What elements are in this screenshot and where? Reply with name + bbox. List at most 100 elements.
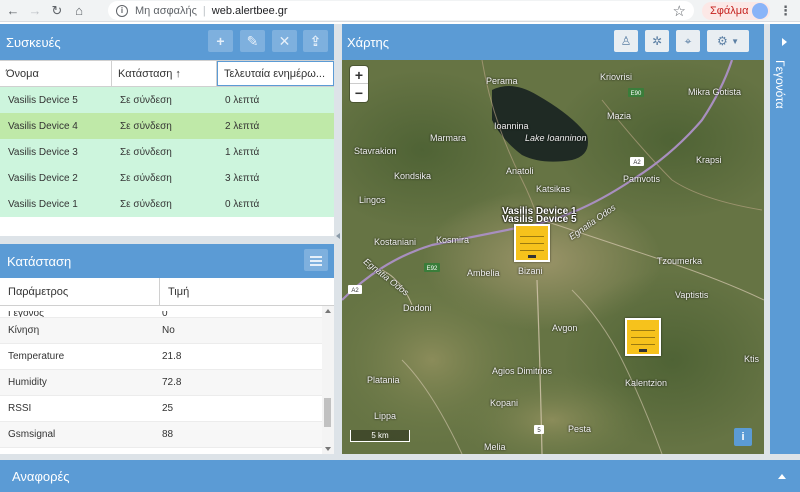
device-last-update: 3 λεπτά <box>225 172 260 184</box>
column-parameter[interactable]: Παράμετρος <box>0 278 160 305</box>
forward-icon[interactable]: → <box>26 2 44 20</box>
reports-title: Αναφορές <box>12 468 70 484</box>
collapse-left-icon[interactable] <box>336 233 340 239</box>
column-name[interactable]: Όνομα <box>0 61 112 86</box>
device-last-update: 0 λεπτά <box>225 198 260 210</box>
param-name: Κίνηση <box>8 325 40 336</box>
param-value: 21.8 <box>162 351 182 362</box>
device-name: Vasilis Device 1 <box>8 198 78 210</box>
delete-device-button[interactable]: ✕ <box>272 30 297 52</box>
device-last-update: 1 λεπτά <box>225 146 260 158</box>
place-label: Platania <box>367 375 400 385</box>
param-value: 25 <box>162 403 174 414</box>
column-value[interactable]: Τιμή <box>160 278 189 305</box>
table-row[interactable]: Vasilis Device 1 Σε σύνδεση 0 λεπτά <box>0 191 334 217</box>
status-panel-header: Κατάσταση <box>0 244 334 278</box>
place-label: Ambelia <box>467 268 500 278</box>
info-icon[interactable]: i <box>116 4 128 17</box>
device-last-update: 2 λεπτά <box>225 120 260 132</box>
url-text[interactable]: web.alertbee.gr <box>212 5 288 17</box>
status-list-button[interactable] <box>304 249 328 271</box>
column-status[interactable]: Κατάσταση ↑ <box>112 61 217 86</box>
panel-divider[interactable] <box>0 236 334 244</box>
param-value: 88 <box>162 429 174 440</box>
device-name: Vasilis Device 5 <box>8 94 78 106</box>
paw-filter-button[interactable]: ✲ <box>645 30 669 52</box>
locate-button[interactable]: ⌖ <box>676 30 700 52</box>
satellite-map[interactable]: A2 E92 E90 A2 5 + − Perama Kriovrisi Mik… <box>342 60 764 454</box>
edit-device-button[interactable]: ✎ <box>240 30 265 52</box>
place-label: Anatoli <box>506 166 534 176</box>
place-label: Ktis <box>744 354 760 364</box>
table-row: RSSI 25 <box>0 396 334 422</box>
place-label: Avgon <box>552 323 578 333</box>
upload-icon: ⇪ <box>309 32 322 49</box>
paw-icon: ✲ <box>651 34 663 48</box>
table-row: Gsmsignal 88 <box>0 422 334 448</box>
place-label: Kosmira <box>436 235 470 245</box>
place-label: Kalentzion <box>625 378 668 388</box>
expand-reports-icon[interactable] <box>778 474 786 479</box>
device-last-update: 0 λεπτά <box>225 94 260 106</box>
table-row[interactable]: Vasilis Device 3 Σε σύνδεση 1 λεπτά <box>0 139 334 165</box>
place-label: Katsikas <box>536 184 571 194</box>
browser-menu-icon[interactable]: ⋮ <box>779 3 792 19</box>
device-marker[interactable] <box>514 224 550 262</box>
table-row[interactable]: Vasilis Device 4 Σε σύνδεση 2 λεπτά <box>0 113 334 139</box>
map-settings-button[interactable]: ⚙ ▼ <box>707 30 749 52</box>
zoom-in-button[interactable]: + <box>350 66 368 84</box>
place-label: Ioannina <box>494 121 529 131</box>
crosshair-icon: ⌖ <box>684 33 692 48</box>
place-label: Kopani <box>490 398 519 408</box>
param-name: Humidity <box>8 377 47 388</box>
delete-icon: ✕ <box>278 32 291 49</box>
place-label: Krapsi <box>696 155 722 165</box>
devices-table: Όνομα Κατάσταση ↑ Τελευταία ενημέρω... V… <box>0 60 334 236</box>
place-label: Marmara <box>430 133 467 143</box>
scroll-down-icon[interactable] <box>325 447 331 451</box>
devices-title: Συσκευές <box>6 34 61 50</box>
chevron-down-icon: ▼ <box>731 36 740 46</box>
profile-error-button[interactable]: Σφάλμα <box>702 2 770 20</box>
add-device-button[interactable]: + <box>208 30 233 52</box>
table-row[interactable]: Vasilis Device 2 Σε σύνδεση 3 λεπτά <box>0 165 334 191</box>
person-filter-button[interactable]: ♙ <box>614 30 638 52</box>
road-shield-label: A2 <box>633 160 641 166</box>
place-label: Dodoni <box>403 303 432 313</box>
home-icon[interactable]: ⌂ <box>70 2 88 20</box>
bookmark-star-icon[interactable]: ☆ <box>673 2 686 20</box>
upload-device-button[interactable]: ⇪ <box>303 30 328 52</box>
place-label: Lingos <box>359 195 386 205</box>
place-label: Perama <box>486 76 518 86</box>
table-row[interactable]: Vasilis Device 5 Σε σύνδεση 0 λεπτά <box>0 87 334 113</box>
zoom-out-button[interactable]: − <box>350 84 368 102</box>
reports-panel[interactable]: Αναφορές <box>0 460 800 492</box>
add-icon: + <box>216 33 225 49</box>
scrollbar-thumb[interactable] <box>324 398 331 427</box>
back-icon[interactable]: ← <box>4 2 22 20</box>
vertical-splitter[interactable] <box>334 24 342 454</box>
scroll-up-icon[interactable] <box>325 309 331 313</box>
column-last-update[interactable]: Τελευταία ενημέρω... <box>217 61 334 86</box>
place-label: Kriovrisi <box>600 72 633 82</box>
gear-icon: ⚙ <box>716 34 728 48</box>
device-name: Vasilis Device 3 <box>8 146 78 158</box>
status-scrollbar[interactable] <box>322 306 334 454</box>
error-label: Σφάλμα <box>710 5 749 17</box>
place-label: Agios Dimitrios <box>492 366 553 376</box>
place-label: Lake Ioanninon <box>525 133 587 143</box>
place-label: Melia <box>484 442 506 452</box>
address-bar[interactable]: i Μη ασφαλής | web.alertbee.gr <box>108 1 694 20</box>
map-info-button[interactable]: i <box>734 428 752 446</box>
device-name: Vasilis Device 2 <box>8 172 78 184</box>
insecure-label: Μη ασφαλής <box>135 4 197 17</box>
place-label: Mazia <box>607 111 632 121</box>
road-shield-label: A2 <box>351 288 359 294</box>
status-table-header: Παράμετρος Τιμή <box>0 278 334 306</box>
device-marker[interactable] <box>625 318 661 356</box>
events-panel[interactable]: Γεγονότα <box>770 24 800 454</box>
expand-events-icon[interactable] <box>782 38 787 46</box>
road-shield-label: E92 <box>427 266 438 272</box>
road-shield-label: E90 <box>631 91 642 97</box>
reload-icon[interactable]: ↻ <box>48 2 66 20</box>
